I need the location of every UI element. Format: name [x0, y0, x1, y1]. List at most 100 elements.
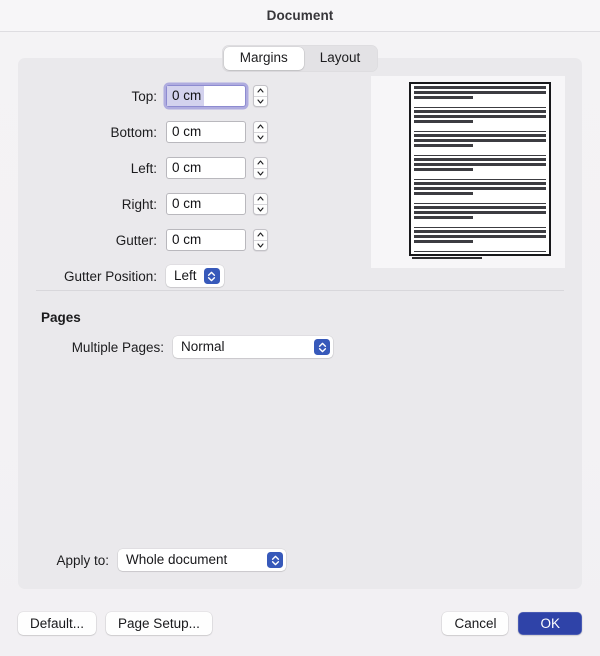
chevron-up-down-icon [203, 268, 220, 284]
preview-line [414, 149, 546, 153]
chevron-up-down-icon [267, 552, 283, 568]
gutter-position-select[interactable]: Left [166, 265, 224, 287]
segmented-control: Margins Layout [221, 45, 379, 72]
preview-line [414, 245, 546, 249]
page-preview [371, 76, 565, 268]
apply-to-value: Whole document [126, 552, 228, 567]
left-stepper[interactable] [253, 157, 268, 179]
right-stepper[interactable] [253, 193, 268, 215]
section-divider [36, 290, 564, 291]
top-value: 0 cm [167, 86, 205, 106]
bottom-input[interactable]: 0 cm [166, 121, 246, 143]
preview-line [414, 86, 546, 89]
chevron-up-icon[interactable] [254, 122, 267, 133]
cancel-button[interactable]: Cancel [442, 611, 509, 635]
preview-line [414, 240, 474, 243]
preview-line [414, 120, 474, 123]
preview-line [414, 182, 546, 185]
apply-to-select[interactable]: Whole document [118, 549, 286, 571]
preview-line [414, 235, 546, 238]
title-bar: Document [0, 0, 600, 32]
margin-row-left: Left: 0 cm [18, 150, 318, 186]
top-stepper[interactable] [253, 85, 268, 107]
preview-line [414, 202, 546, 204]
preview-line [414, 130, 546, 132]
left-label: Left: [130, 160, 157, 176]
bottom-label: Bottom: [110, 124, 157, 140]
chevron-up-icon[interactable] [254, 158, 267, 169]
default-button[interactable]: Default... [18, 611, 97, 635]
gutter-label: Gutter: [115, 232, 157, 248]
preview-line [414, 106, 546, 108]
top-label: Top: [131, 88, 157, 104]
chevron-down-icon[interactable] [254, 169, 267, 179]
preview-line [414, 115, 546, 118]
preview-line [414, 168, 474, 171]
left-value: 0 cm [172, 160, 202, 175]
preview-line [414, 125, 546, 129]
preview-line [414, 110, 546, 113]
preview-line [414, 173, 546, 177]
document-dialog: Document Margins Layout Top: 0 cm Bottom… [0, 0, 600, 656]
margin-row-gutter: Gutter: 0 cm [18, 222, 318, 258]
chevron-up-icon[interactable] [254, 230, 267, 241]
chevron-down-icon[interactable] [254, 205, 267, 215]
multiple-pages-row: Multiple Pages: Normal [18, 336, 333, 358]
chevron-down-icon[interactable] [254, 97, 267, 107]
preview-line [414, 254, 546, 256]
chevron-up-down-icon [314, 339, 330, 355]
top-input[interactable]: 0 cm [166, 85, 246, 107]
gutter-position-value: Left [174, 268, 197, 283]
tab-layout[interactable]: Layout [304, 47, 377, 70]
preview-line [414, 250, 546, 252]
preview-line [414, 197, 546, 201]
multiple-pages-select[interactable]: Normal [173, 336, 333, 358]
preview-line [414, 221, 546, 225]
apply-to-row: Apply to: Whole document [18, 549, 286, 571]
multiple-pages-value: Normal [181, 339, 225, 354]
chevron-down-icon[interactable] [254, 133, 267, 143]
ok-button[interactable]: OK [518, 611, 582, 635]
preview-line [414, 226, 546, 228]
preview-line [414, 101, 546, 105]
right-input[interactable]: 0 cm [166, 193, 246, 215]
gutter-position-label: Gutter Position: [63, 268, 157, 284]
margin-row-top: Top: 0 cm [18, 78, 318, 114]
margin-row-bottom: Bottom: 0 cm [18, 114, 318, 150]
preview-page-shadow [412, 257, 482, 259]
tab-margins[interactable]: Margins [223, 47, 304, 70]
preview-line [414, 211, 546, 214]
margins-form: Top: 0 cm Bottom: 0 cm Left: 0 cm Right:… [18, 78, 318, 294]
preview-line [414, 158, 546, 161]
pages-heading: Pages [41, 310, 81, 325]
chevron-up-icon[interactable] [254, 194, 267, 205]
right-label: Right: [121, 196, 157, 212]
chevron-down-icon[interactable] [254, 241, 267, 251]
gutter-stepper[interactable] [253, 229, 268, 251]
preview-line [414, 154, 546, 156]
multiple-pages-label: Multiple Pages: [71, 339, 164, 355]
preview-page [409, 82, 551, 256]
right-value: 0 cm [172, 196, 202, 211]
preview-line [414, 144, 474, 147]
tab-bar: Margins Layout [0, 45, 600, 72]
left-input[interactable]: 0 cm [166, 157, 246, 179]
chevron-up-icon[interactable] [254, 86, 267, 97]
bottom-stepper[interactable] [253, 121, 268, 143]
preview-line [414, 216, 474, 219]
bottom-value: 0 cm [172, 124, 202, 139]
preview-line [414, 192, 474, 195]
gutter-input[interactable]: 0 cm [166, 229, 246, 251]
preview-line [414, 187, 546, 190]
preview-line [414, 91, 546, 94]
preview-line [414, 134, 546, 137]
preview-line [414, 163, 546, 166]
dialog-button-bar: Default... Page Setup... Cancel OK [0, 590, 600, 656]
page-setup-button[interactable]: Page Setup... [106, 611, 212, 635]
gutter-value: 0 cm [172, 232, 202, 247]
apply-to-label: Apply to: [56, 552, 109, 568]
preview-line [414, 139, 546, 142]
window-title: Document [266, 8, 334, 23]
preview-line [414, 230, 546, 233]
margin-row-right: Right: 0 cm [18, 186, 318, 222]
